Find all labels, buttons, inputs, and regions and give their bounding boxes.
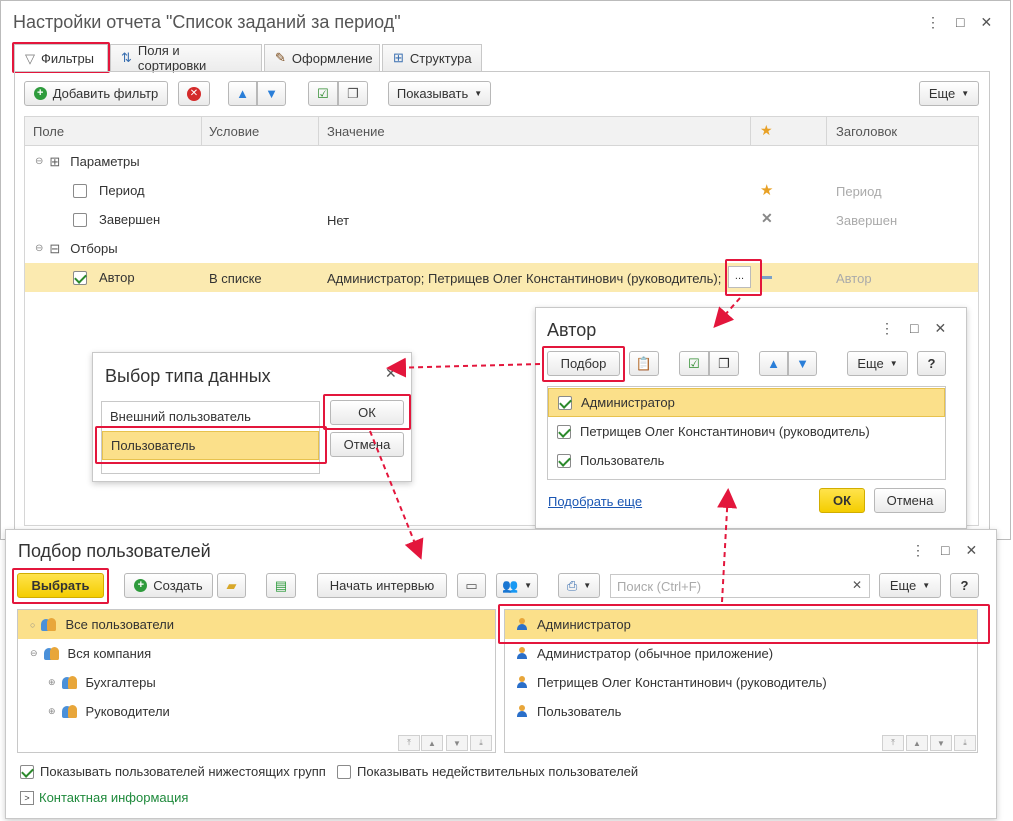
arrow-pick-to-type [386,357,541,378]
arrow-ok-to-users [369,430,424,560]
arrow-user-to-author [717,488,738,603]
annotation-arrows [369,297,741,603]
arrow-ellipsis-to-author [713,297,741,328]
